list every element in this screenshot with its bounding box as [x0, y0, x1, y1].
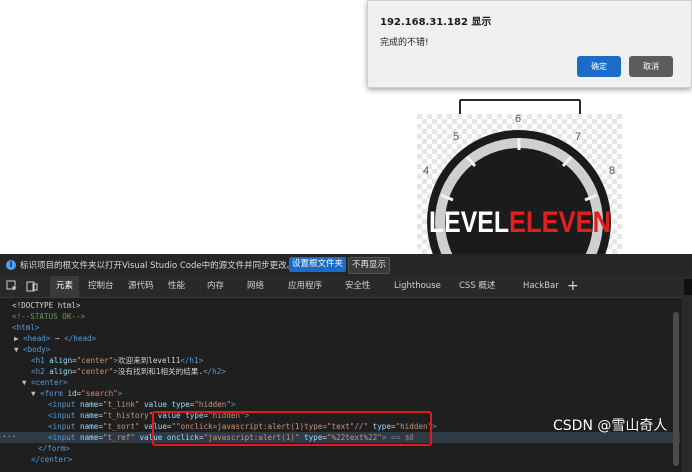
- code-line-h1[interactable]: <h1 align="center">欢迎来到level11</h1>: [31, 355, 203, 366]
- annotation-highlight-box: [152, 411, 432, 446]
- dial-number-7: 7: [575, 131, 581, 143]
- add-tab-icon[interactable]: +: [567, 276, 579, 297]
- dial-number-5: 5: [453, 131, 459, 143]
- code-line-center-close[interactable]: </center>: [31, 454, 72, 465]
- tab-performance[interactable]: 性能: [168, 276, 185, 297]
- tab-lighthouse[interactable]: Lighthouse: [394, 276, 441, 297]
- styles-pane-tab[interactable]: [684, 279, 692, 295]
- tab-css-overview[interactable]: CSS 概述: [459, 276, 495, 297]
- tab-sources[interactable]: 源代码: [128, 276, 154, 297]
- code-line-input-t-link[interactable]: <input name="t_link" value type="hidden"…: [48, 399, 236, 410]
- tab-elements[interactable]: 元素: [50, 276, 80, 297]
- logo-text-level: LEVEL: [429, 206, 509, 239]
- code-line-form-close[interactable]: </form>: [38, 443, 70, 454]
- set-root-folder-button[interactable]: 设置根文件夹: [289, 257, 347, 272]
- dialog-message: 完成的不错!: [380, 38, 429, 48]
- code-line-doctype[interactable]: <!DOCTYPE html>: [12, 300, 81, 311]
- code-line-h2[interactable]: <h2 align="center">没有找到和1相关的结果.</h2>: [31, 366, 226, 377]
- levelEleven-logo-image: 5 6 7 4 8 LEVEL ELEVEN: [417, 114, 622, 254]
- tab-network[interactable]: 网络: [247, 276, 264, 297]
- devtools-infobar: i 标识项目的根文件夹以打开Visual Studio Code中的源文件并同步…: [0, 254, 692, 277]
- device-toolbar-icon[interactable]: [26, 280, 38, 292]
- tab-hackbar[interactable]: HackBar: [523, 276, 559, 297]
- dialog-title: 192.168.31.182 显示: [380, 17, 492, 28]
- info-icon: i: [6, 260, 16, 270]
- logo-text-eleven: ELEVEN: [509, 206, 611, 239]
- code-line-body[interactable]: ▼ <body>: [14, 344, 50, 355]
- code-line-center[interactable]: ▼ <center>: [22, 377, 68, 388]
- code-line-html[interactable]: <html>: [12, 322, 39, 333]
- elements-scrollbar[interactable]: [673, 312, 679, 466]
- alert-dialog: 192.168.31.182 显示 完成的不错! 确定 取消: [367, 0, 692, 88]
- dial-number-6: 6: [515, 114, 521, 125]
- infobar-text: 标识项目的根文件夹以打开Visual Studio Code中的源文件并同步更改…: [20, 261, 296, 271]
- tab-application[interactable]: 应用程序: [288, 276, 322, 297]
- dial-number-4: 4: [423, 165, 429, 177]
- more-options-icon[interactable]: ···: [2, 432, 16, 441]
- tab-console[interactable]: 控制台: [88, 276, 114, 297]
- code-line-head[interactable]: ▶ <head> ⋯ </head>: [14, 333, 96, 344]
- cancel-button[interactable]: 取消: [629, 56, 673, 77]
- code-line-form[interactable]: ▼ <form id="search">: [31, 388, 122, 399]
- ok-button[interactable]: 确定: [577, 56, 621, 77]
- code-line-comment[interactable]: <!--STATUS OK-->: [12, 311, 85, 322]
- styles-pane-edge: [682, 276, 692, 472]
- inspect-element-icon[interactable]: [6, 280, 18, 292]
- dont-show-again-button[interactable]: 不再显示: [348, 257, 391, 274]
- tab-memory[interactable]: 内存: [207, 276, 224, 297]
- dial-number-8: 8: [609, 165, 615, 177]
- devtools-tabbar: 元素 控制台 源代码 性能 内存 网络 应用程序 安全性 Lighthouse …: [0, 276, 692, 298]
- tab-security[interactable]: 安全性: [345, 276, 371, 297]
- csdn-watermark: CSDN @雪山奇人: [553, 418, 668, 434]
